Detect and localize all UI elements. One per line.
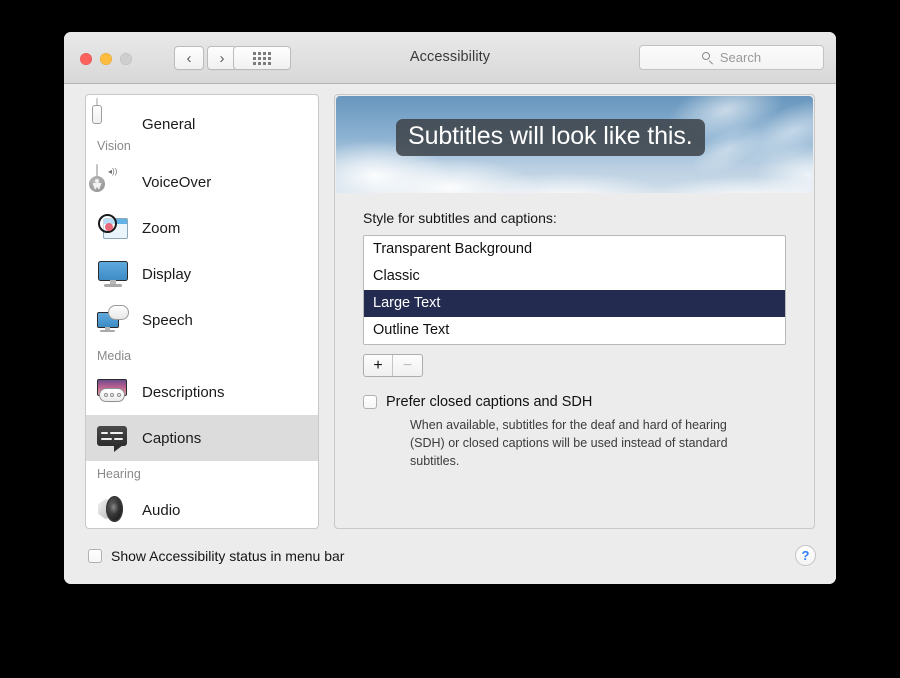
caption-style-list[interactable]: Transparent Background Classic Large Tex… <box>363 235 786 345</box>
sidebar-item-label: Captions <box>142 429 202 447</box>
sidebar-item-label: Display <box>142 265 192 283</box>
display-icon <box>96 257 130 291</box>
sidebar-item-speech[interactable]: Speech <box>86 297 318 343</box>
captions-detail-pane: Subtitles will look like this. Style for… <box>334 94 815 529</box>
cloud-shape <box>636 176 813 193</box>
voiceover-icon: ◂)) <box>89 164 130 199</box>
zoom-icon <box>96 211 130 245</box>
window-footer: Show Accessibility status in menu bar ? <box>64 532 836 584</box>
cloud-shape <box>456 172 676 193</box>
sidebar-item-voiceover[interactable]: ◂)) VoiceOver <box>86 159 318 205</box>
sidebar-item-general[interactable]: General <box>86 95 318 133</box>
sidebar-item-captions[interactable]: Captions <box>86 415 318 461</box>
sidebar-item-label: General <box>142 116 196 133</box>
sidebar-item-label: Audio <box>142 501 181 519</box>
general-icon <box>96 98 130 133</box>
captions-icon <box>96 421 130 455</box>
show-status-checkbox[interactable] <box>88 549 102 563</box>
show-status-checkbox-row[interactable]: Show Accessibility status in menu bar <box>88 548 344 564</box>
sidebar-item-label: Speech <box>142 311 193 329</box>
add-remove-style-group[interactable]: + − <box>363 354 423 377</box>
sidebar-header-hearing: Hearing <box>97 467 141 481</box>
speech-icon <box>96 303 130 337</box>
preferences-window: ‹ › Accessibility Search General Vision … <box>64 32 836 584</box>
sidebar-item-label: VoiceOver <box>142 173 212 191</box>
show-status-label: Show Accessibility status in menu bar <box>111 548 345 564</box>
prefer-sdh-label: Prefer closed captions and SDH <box>386 394 593 410</box>
accessibility-feature-list[interactable]: General Vision ◂)) VoiceOver Zoom Displa… <box>85 94 319 529</box>
prefer-sdh-description: When available, subtitles for the deaf a… <box>410 418 728 469</box>
prefer-sdh-checkbox[interactable] <box>363 395 377 409</box>
subtitle-sample-text: Subtitles will look like this. <box>396 119 705 156</box>
sidebar-item-zoom[interactable]: Zoom <box>86 205 318 251</box>
style-list-item[interactable]: Classic <box>364 263 785 290</box>
captions-settings: Style for subtitles and captions: Transp… <box>335 194 814 471</box>
prefer-sdh-checkbox-row[interactable]: Prefer closed captions and SDH <box>363 393 786 411</box>
add-style-button[interactable]: + <box>364 355 393 376</box>
cloud-shape <box>723 96 813 179</box>
search-placeholder: Search <box>719 50 762 65</box>
style-list-item-selected[interactable]: Large Text <box>364 290 785 317</box>
help-button[interactable]: ? <box>795 545 816 566</box>
sidebar-header-vision: Vision <box>97 139 131 153</box>
search-input[interactable]: Search <box>639 45 824 70</box>
style-list-item[interactable]: Outline Text <box>364 317 785 344</box>
window-titlebar: ‹ › Accessibility Search <box>64 32 836 84</box>
sidebar-item-audio[interactable]: Audio <box>86 487 318 528</box>
remove-style-button: − <box>393 355 422 376</box>
sidebar-header-media: Media <box>97 349 132 363</box>
sidebar-item-label: Descriptions <box>142 383 225 401</box>
subtitle-preview: Subtitles will look like this. <box>336 96 813 193</box>
sidebar-item-descriptions[interactable]: Descriptions <box>86 369 318 415</box>
style-list-item[interactable]: Transparent Background <box>364 236 785 263</box>
window-body: General Vision ◂)) VoiceOver Zoom Displa… <box>64 84 836 584</box>
cloud-shape <box>754 144 813 193</box>
sidebar-item-display[interactable]: Display <box>86 251 318 297</box>
descriptions-icon <box>96 375 130 409</box>
search-icon <box>701 51 714 64</box>
style-list-label: Style for subtitles and captions: <box>363 210 557 226</box>
cloud-shape <box>360 158 540 193</box>
audio-icon <box>96 493 130 527</box>
sidebar-item-label: Zoom <box>142 219 181 237</box>
